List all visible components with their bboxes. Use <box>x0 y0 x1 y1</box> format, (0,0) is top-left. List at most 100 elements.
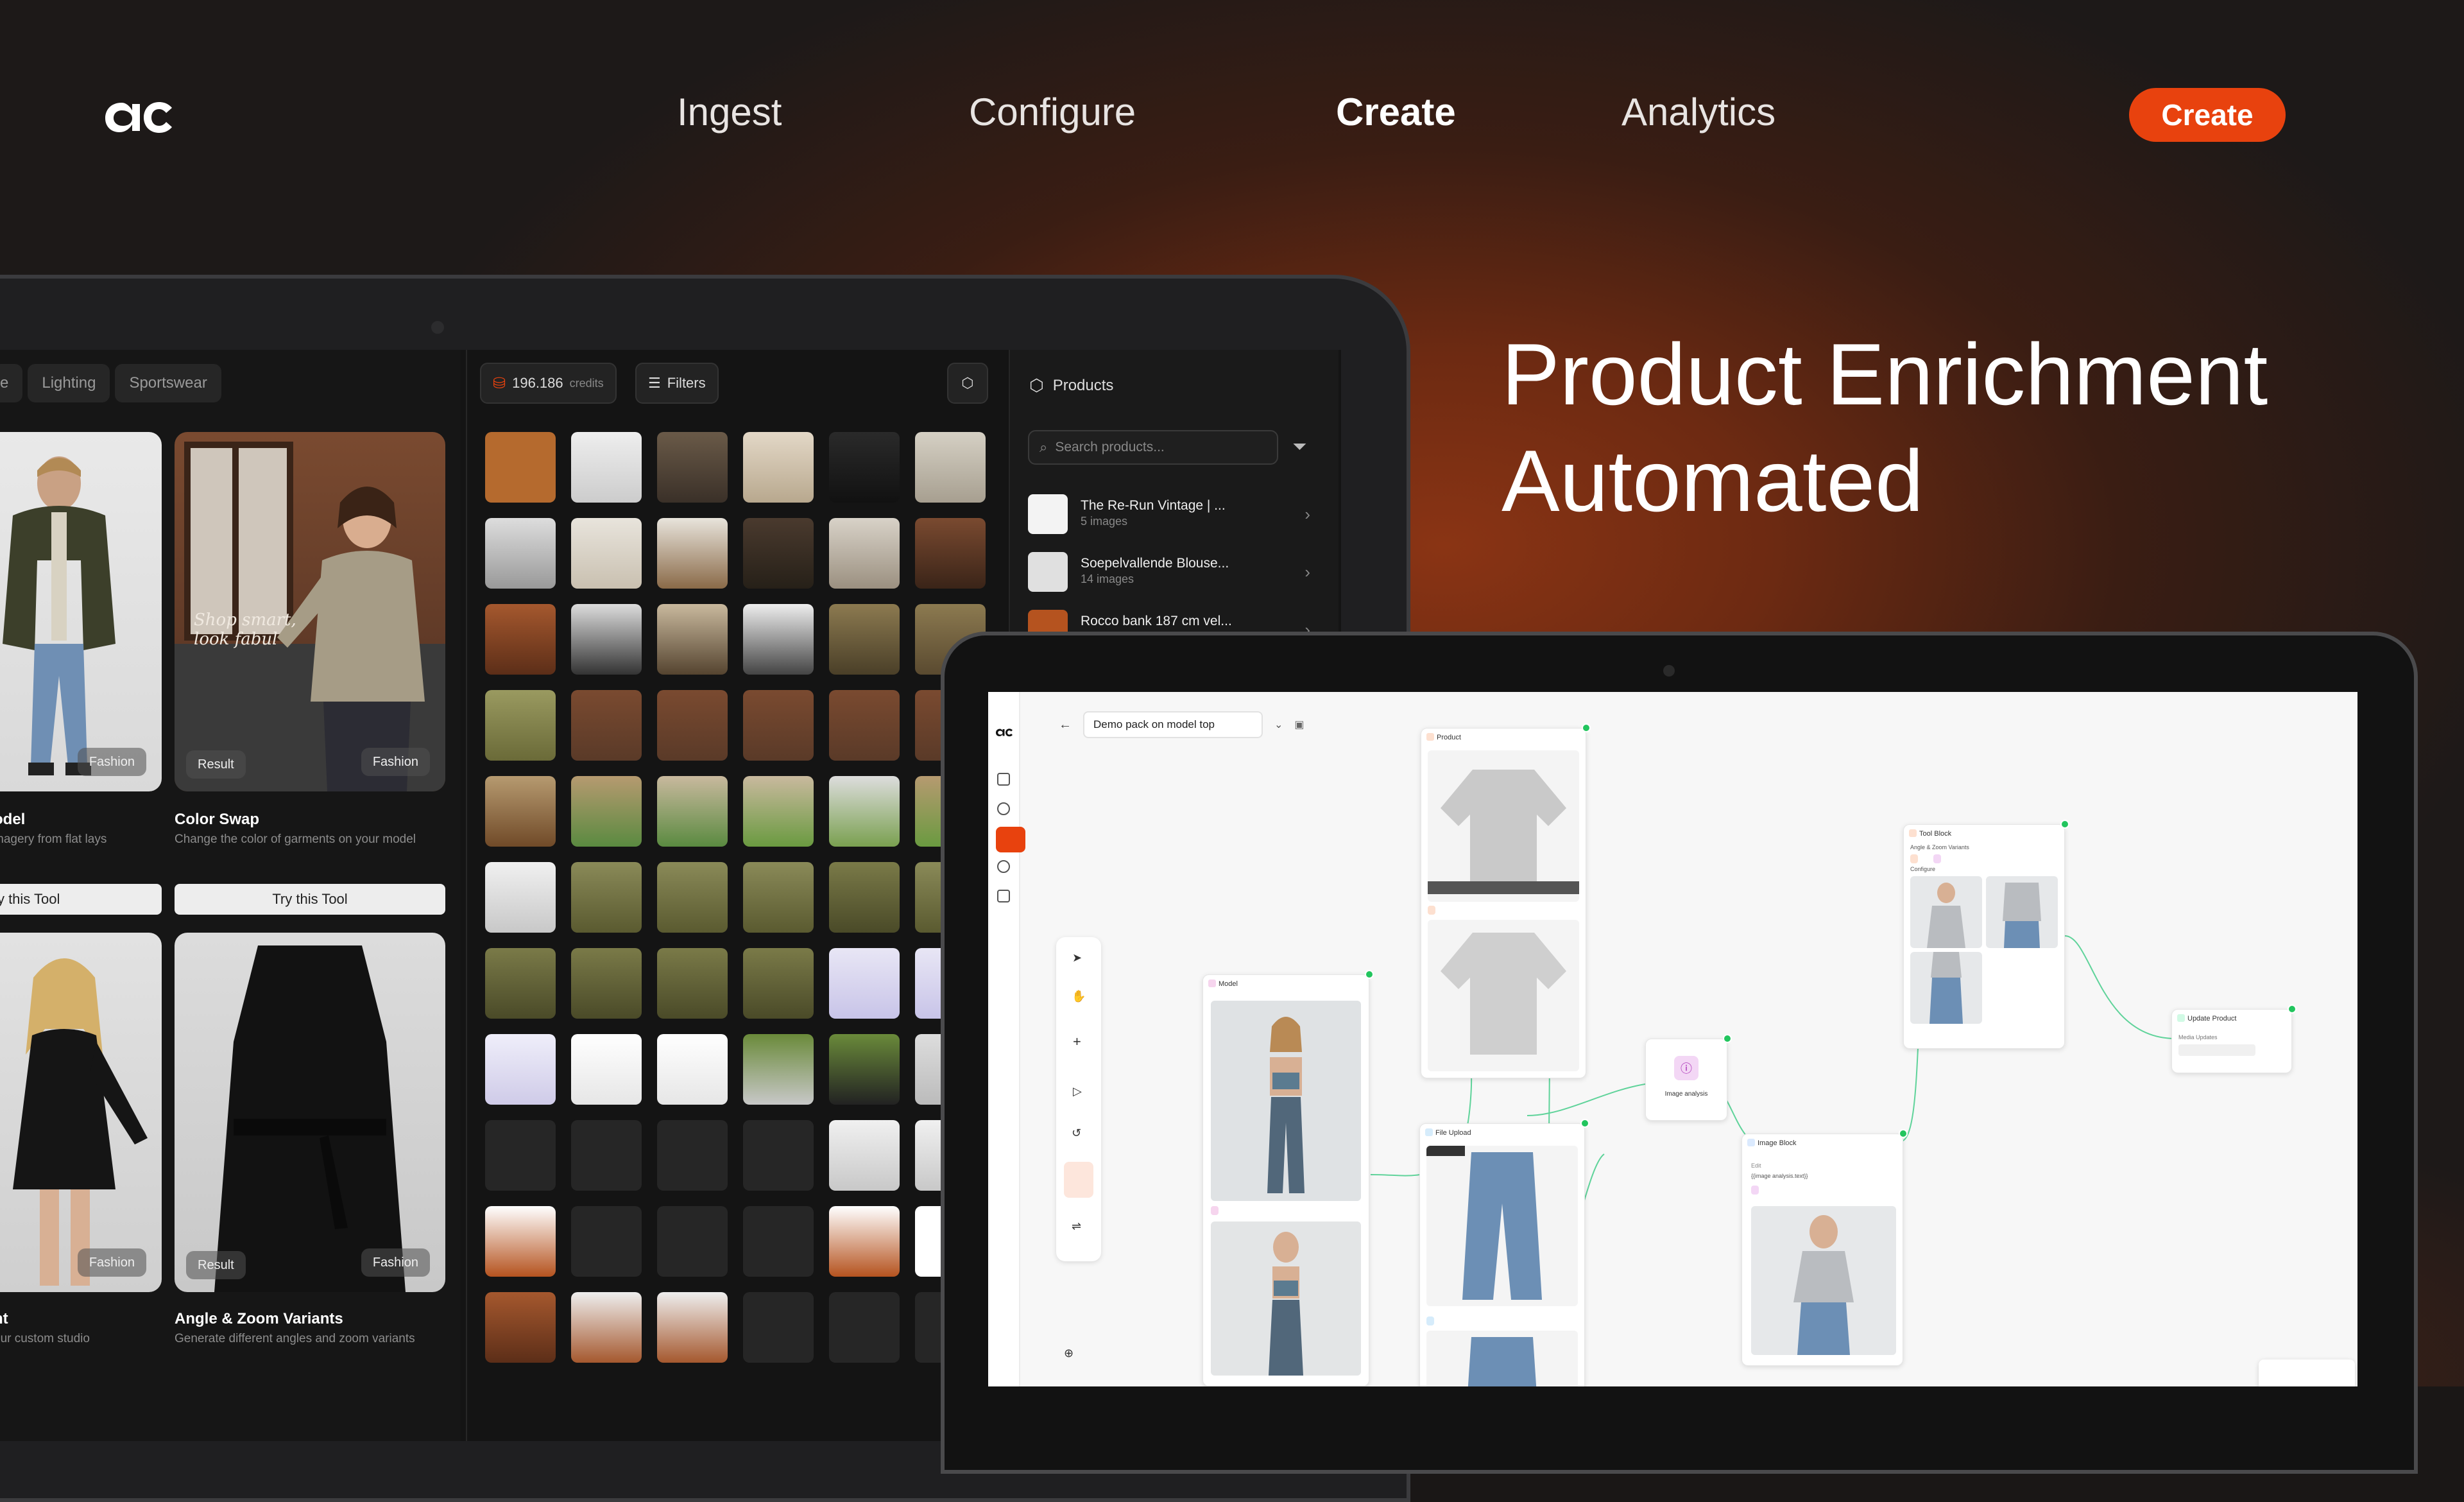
product-image-sweater-alt[interactable] <box>1428 920 1579 1071</box>
grid-thumb-model[interactable] <box>485 776 556 847</box>
grid-thumb-model[interactable] <box>571 776 642 847</box>
grid-thumb-model[interactable] <box>571 604 642 675</box>
try-tool-button[interactable]: Try this Tool <box>175 884 445 915</box>
grid-thumb-sneaker[interactable] <box>743 1034 814 1105</box>
variant-image[interactable] <box>1986 876 2058 948</box>
brand-logo[interactable] <box>103 89 175 140</box>
tool-card-image-color-swap[interactable]: Shop smart, look fabul Result Fashion <box>175 432 445 791</box>
nav-ingest[interactable]: Ingest <box>677 90 782 134</box>
grid-thumb-model[interactable] <box>485 518 556 589</box>
grid-thumb-room[interactable] <box>571 432 642 503</box>
grid-thumb-sofa[interactable] <box>571 1292 642 1363</box>
output-port[interactable] <box>1580 1119 1589 1128</box>
grid-thumb-sneaker[interactable] <box>485 1034 556 1105</box>
grid-thumb-model[interactable] <box>829 1120 900 1191</box>
jeans-image[interactable] <box>1426 1146 1578 1306</box>
product-row[interactable]: The Re-Run Vintage | ... 5 images › <box>1028 494 1310 539</box>
grid-thumb-bench[interactable] <box>485 432 556 503</box>
grid-thumb-model[interactable] <box>657 690 728 761</box>
tool-block-node[interactable]: Tool Block Angle & Zoom Variants Configu… <box>1903 820 2069 1049</box>
nav-analytics[interactable]: Analytics <box>1621 90 1775 134</box>
grid-thumb-sneaker[interactable] <box>829 1034 900 1105</box>
file-upload-node[interactable]: File Upload <box>1419 1119 1589 1386</box>
grid-thumb-model[interactable] <box>485 862 556 933</box>
product-image-sweater[interactable] <box>1428 750 1579 902</box>
grid-thumb-sneaker[interactable] <box>743 862 814 933</box>
grid-thumb-model[interactable] <box>743 604 814 675</box>
grid-thumb-model[interactable] <box>657 432 728 503</box>
create-button[interactable]: Create <box>2129 88 2286 142</box>
filters-button[interactable]: ☰ Filters <box>635 363 719 404</box>
grid-thumb-model[interactable] <box>485 948 556 1019</box>
grid-thumb-chair[interactable] <box>829 1206 900 1277</box>
grid-thumb-model[interactable] <box>829 862 900 933</box>
output-port[interactable] <box>1899 1129 1908 1138</box>
update-product-node[interactable]: Update Product Media Updates <box>2171 1005 2297 1073</box>
search-products-input[interactable]: ⌕ Search products... <box>1028 430 1278 465</box>
grid-thumb-model[interactable] <box>829 604 900 675</box>
grid-thumb-sneaker[interactable] <box>657 862 728 933</box>
grid-thumb-model[interactable] <box>829 432 900 503</box>
product-node[interactable]: Product <box>1421 723 1591 1078</box>
image-analysis-node[interactable]: ⓘ Image analysis <box>1645 1034 1732 1121</box>
grid-thumb-model[interactable] <box>657 776 728 847</box>
tag-chip-sportswear[interactable]: Sportswear <box>115 364 221 402</box>
grid-thumb-model[interactable] <box>915 432 986 503</box>
grid-thumb-model[interactable] <box>571 690 642 761</box>
back-laptop-camera <box>431 321 444 334</box>
grid-thumb-leather[interactable] <box>485 1292 556 1363</box>
grid-thumb-model[interactable] <box>571 862 642 933</box>
grid-thumb-model[interactable] <box>571 948 642 1019</box>
grid-thumb-model[interactable] <box>657 604 728 675</box>
model-image-alt[interactable] <box>1211 1221 1361 1376</box>
configure-link[interactable]: Configure <box>1910 866 1935 872</box>
variant-image[interactable] <box>1910 952 1982 1024</box>
output-port[interactable] <box>1723 1034 1732 1043</box>
model-node[interactable]: Model <box>1202 970 1374 1386</box>
media-updates-field[interactable] <box>2178 1044 2255 1056</box>
jeans-image-alt[interactable] <box>1426 1331 1578 1386</box>
tool-card-image-studio[interactable]: Fashion <box>0 933 162 1292</box>
product-thumbnail-blouse <box>1028 552 1068 592</box>
grid-thumb-sneaker[interactable] <box>829 776 900 847</box>
grid-thumb-model[interactable] <box>657 948 728 1019</box>
product-row[interactable]: Soepelvallende Blouse... 14 images › <box>1028 552 1310 597</box>
grid-thumb-model[interactable] <box>743 518 814 589</box>
try-tool-button[interactable]: ry this Tool <box>0 884 162 915</box>
image-block-node[interactable]: Image Block Edit {{image analysis.text}} <box>1741 1129 1908 1366</box>
model-node-icon <box>1208 980 1216 987</box>
grid-thumb-chair[interactable] <box>485 1206 556 1277</box>
tool-card-image-angle-zoom[interactable]: Result Fashion <box>175 933 445 1292</box>
minimap-panel[interactable] <box>2259 1360 2355 1386</box>
filter-funnel-icon[interactable]: ⏷ <box>1292 436 1306 458</box>
variant-image[interactable] <box>1910 876 1982 948</box>
grid-thumb-model[interactable] <box>657 518 728 589</box>
output-port[interactable] <box>1582 723 1591 732</box>
output-port[interactable] <box>2060 820 2069 829</box>
grid-thumb-model[interactable] <box>915 518 986 589</box>
tag-chip[interactable]: e <box>0 364 23 402</box>
grid-thumb-sofa[interactable] <box>657 1292 728 1363</box>
grid-thumb-model[interactable] <box>743 948 814 1019</box>
generated-image[interactable] <box>1751 1206 1896 1355</box>
grid-thumb-sneaker[interactable] <box>485 690 556 761</box>
tool-card-image-model[interactable]: Fashion <box>0 432 162 791</box>
output-port[interactable] <box>2288 1005 2297 1014</box>
grid-thumb-model[interactable] <box>743 690 814 761</box>
nav-configure[interactable]: Configure <box>969 90 1136 134</box>
grid-thumb-sneaker[interactable] <box>829 948 900 1019</box>
grid-thumb-sneaker[interactable] <box>657 1034 728 1105</box>
tag-chip-lighting[interactable]: Lighting <box>28 364 110 402</box>
cube-icon-button[interactable]: ⬡ <box>947 363 988 404</box>
credits-chip[interactable]: ⛁ 196.186 credits <box>480 363 617 404</box>
grid-thumb-sneaker[interactable] <box>571 518 642 589</box>
grid-thumb-model[interactable] <box>485 604 556 675</box>
grid-thumb-model[interactable] <box>829 518 900 589</box>
grid-thumb-model[interactable] <box>829 690 900 761</box>
grid-thumb-model[interactable] <box>743 776 814 847</box>
grid-thumb-model[interactable] <box>743 432 814 503</box>
output-port[interactable] <box>1365 970 1374 979</box>
grid-thumb-sneaker[interactable] <box>571 1034 642 1105</box>
nav-create[interactable]: Create <box>1336 90 1456 134</box>
model-image[interactable] <box>1211 1001 1361 1201</box>
